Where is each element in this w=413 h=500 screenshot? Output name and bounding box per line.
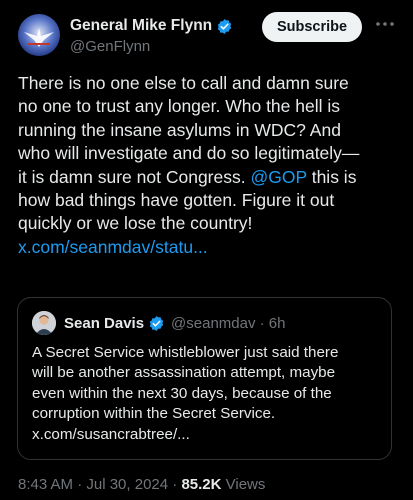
views-count: 85.2K (181, 476, 222, 493)
tweet-line: how bad things have gotten. Figure it ou… (18, 190, 335, 211)
author-avatar[interactable] (18, 14, 60, 56)
subscribe-button[interactable]: Subscribe (262, 12, 362, 42)
author-display-name[interactable]: General Mike Flynn (70, 17, 212, 35)
tweet-timestamp[interactable]: 8:43 AM · Jul 30, 2024 · (18, 476, 181, 493)
views-label: Views (221, 476, 266, 493)
quote-header: Sean Davis @seanmdav · 6h (64, 312, 286, 334)
tweet: General Mike Flynn @GenFlynn Subscribe T… (0, 0, 413, 500)
quote-line: A Secret Service whistleblower just said… (32, 344, 339, 361)
tweet-line: quickly or we lose the country! (18, 213, 253, 234)
tweet-text: There is no one else to call and damn su… (18, 72, 403, 259)
tweet-line: who will investigate and do so legitimat… (18, 143, 360, 164)
author-handle[interactable]: @GenFlynn (70, 38, 150, 55)
eagle-logo-icon (18, 14, 60, 56)
author-name-row: General Mike Flynn (70, 16, 233, 36)
tweet-meta: 8:43 AM · Jul 30, 2024 · 85.2K Views (18, 476, 265, 493)
tweet-line-text: it is damn sure not Congress. (18, 166, 246, 187)
quoted-tweet-card[interactable]: Sean Davis @seanmdav · 6h A Secret Servi… (17, 297, 392, 460)
quote-line: will be another assassination attempt, m… (32, 364, 336, 382)
quote-text: A Secret Service whistleblower just said… (32, 343, 382, 445)
quote-line: corruption within the Secret Service. (32, 405, 276, 423)
more-options-button[interactable] (370, 14, 400, 34)
tweet-line: There is no one else to call and damn su… (18, 73, 349, 93)
tweet-line-text: this is (306, 166, 357, 187)
tweet-line: no one to trust any longer. Who the hell… (18, 96, 340, 117)
quote-line: x.com/susancrabtree/... (32, 425, 190, 443)
quote-display-name[interactable]: Sean Davis (64, 315, 144, 332)
verified-badge-icon (149, 315, 164, 331)
quote-author-avatar[interactable] (32, 311, 56, 335)
tweet-line: running the insane asylums in WDC? And (18, 119, 341, 140)
person-photo-icon (32, 311, 56, 335)
tweet-line: it is damn sure not Congress. @GOP this … (18, 166, 403, 189)
verified-badge-icon (217, 18, 232, 34)
tweet-link-line: x.com/seanmdav/statu... (18, 236, 403, 259)
gop-mention-link[interactable]: @GOP (250, 167, 306, 187)
quote-handle-time[interactable]: @seanmdav · 6h (171, 315, 285, 332)
tweet-url-link[interactable]: x.com/seanmdav/statu... (18, 237, 208, 257)
more-horizontal-icon (376, 22, 394, 26)
quote-line: even within the next 30 days, because of… (32, 384, 332, 402)
